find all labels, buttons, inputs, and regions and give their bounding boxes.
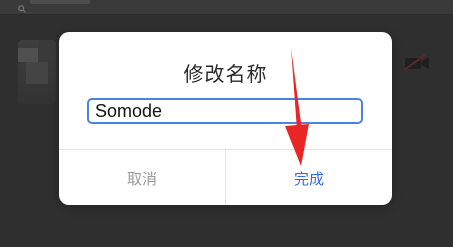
done-button[interactable]: 完成: [226, 150, 392, 205]
search-placeholder-text: [30, 0, 90, 4]
rename-dialog: 修改名称 取消 完成: [59, 32, 392, 205]
name-input[interactable]: [87, 98, 363, 124]
search-bar[interactable]: [0, 0, 453, 15]
search-icon: [18, 0, 26, 13]
avatar: [18, 40, 56, 104]
video-off-icon[interactable]: [403, 54, 431, 72]
dialog-title: 修改名称: [183, 62, 268, 86]
dialog-actions: 取消 完成: [59, 149, 392, 205]
cancel-button[interactable]: 取消: [59, 150, 226, 205]
